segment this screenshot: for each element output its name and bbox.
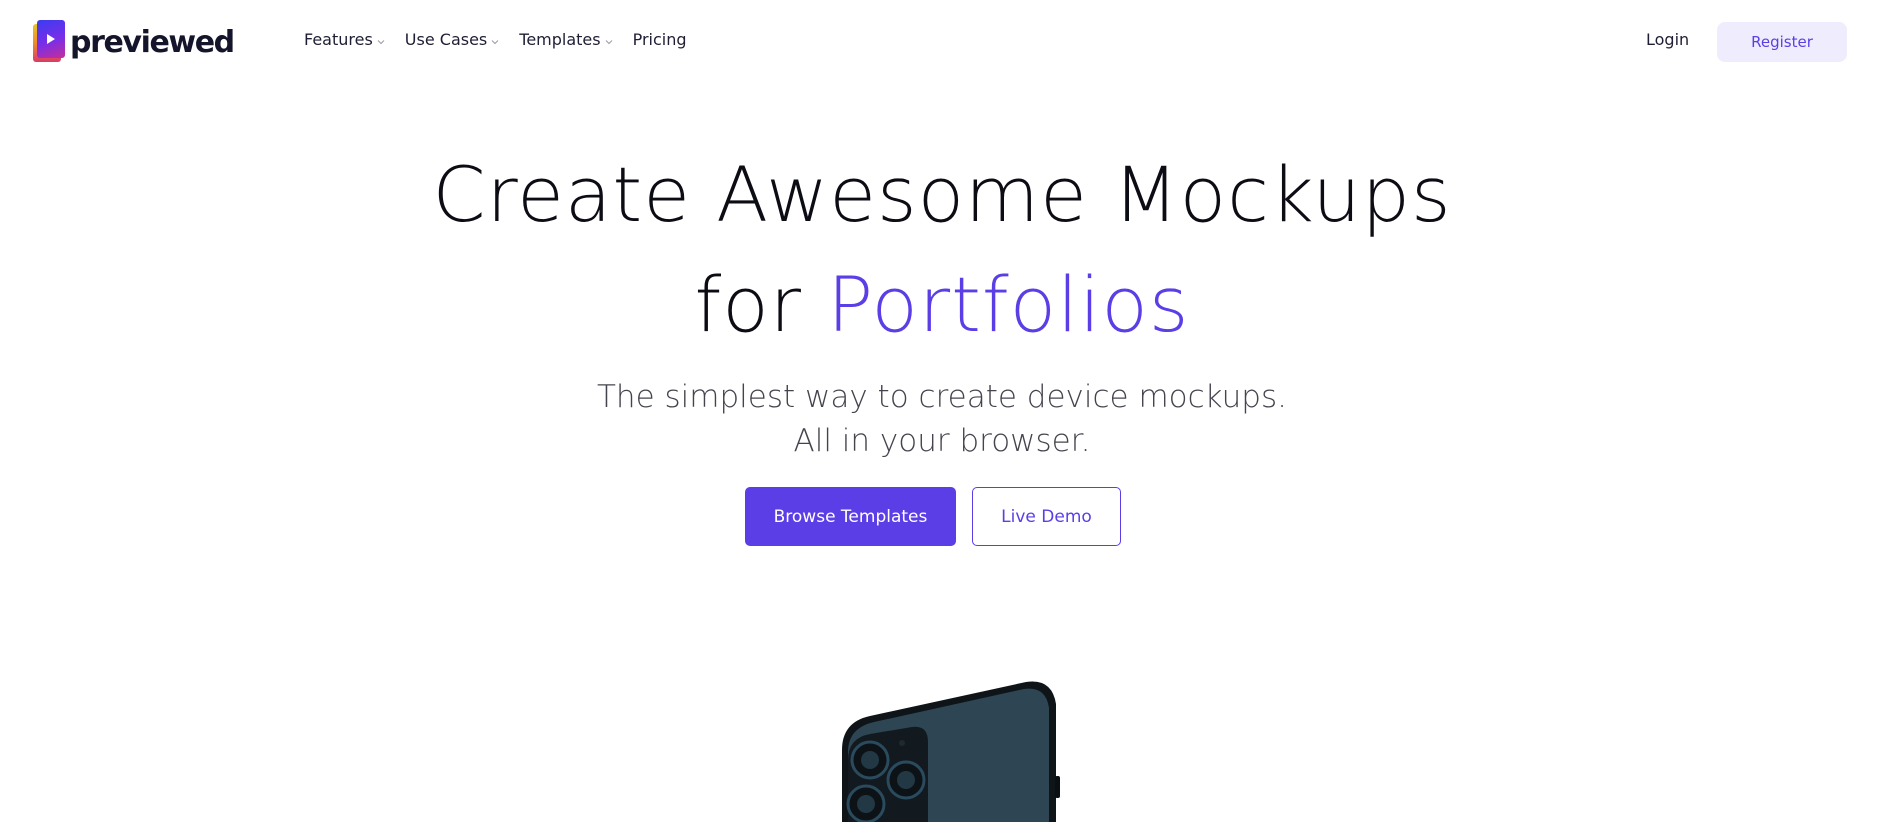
hero-subtitle: The simplest way to create device mockup…: [0, 375, 1884, 463]
chevron-down-icon: [377, 30, 385, 49]
chevron-down-icon: [605, 30, 613, 49]
login-link[interactable]: Login: [1646, 30, 1689, 49]
hero-title-line-1: Create Awesome Mockups: [432, 150, 1452, 239]
nav-item-label: Templates: [519, 30, 601, 49]
play-icon: [33, 20, 65, 64]
live-demo-button[interactable]: Live Demo: [972, 487, 1121, 546]
brand-logo[interactable]: previewed: [33, 20, 235, 64]
nav-item-pricing[interactable]: Pricing: [633, 30, 687, 49]
hero-title-accent: Portfolios: [827, 260, 1190, 349]
brand-name: previewed: [70, 24, 235, 60]
nav-item-label: Pricing: [632, 30, 687, 49]
site-header: previewed Features Use Cases Templates P…: [0, 0, 1884, 86]
hero-subtitle-line-1: The simplest way to create device mockup…: [597, 379, 1287, 415]
hero-subtitle-line-2: All in your browser.: [793, 423, 1091, 459]
nav-item-label: Use Cases: [404, 30, 488, 49]
nav-item-use-cases[interactable]: Use Cases: [405, 30, 499, 49]
main-nav: Features Use Cases Templates Pricing: [304, 30, 707, 49]
hero-title: Create Awesome Mockups for Portfolios: [0, 140, 1884, 360]
phone-mockup-image: [836, 680, 1068, 822]
browse-templates-button[interactable]: Browse Templates: [745, 487, 956, 546]
chevron-down-icon: [491, 30, 499, 49]
nav-item-templates[interactable]: Templates: [519, 30, 612, 49]
hero-title-line-2: for Portfolios: [0, 250, 1884, 360]
nav-item-features[interactable]: Features: [304, 30, 385, 49]
register-button[interactable]: Register: [1717, 22, 1847, 62]
hero-title-prefix: for: [694, 260, 803, 349]
page: previewed Features Use Cases Templates P…: [0, 0, 1884, 822]
nav-item-label: Features: [304, 30, 373, 49]
